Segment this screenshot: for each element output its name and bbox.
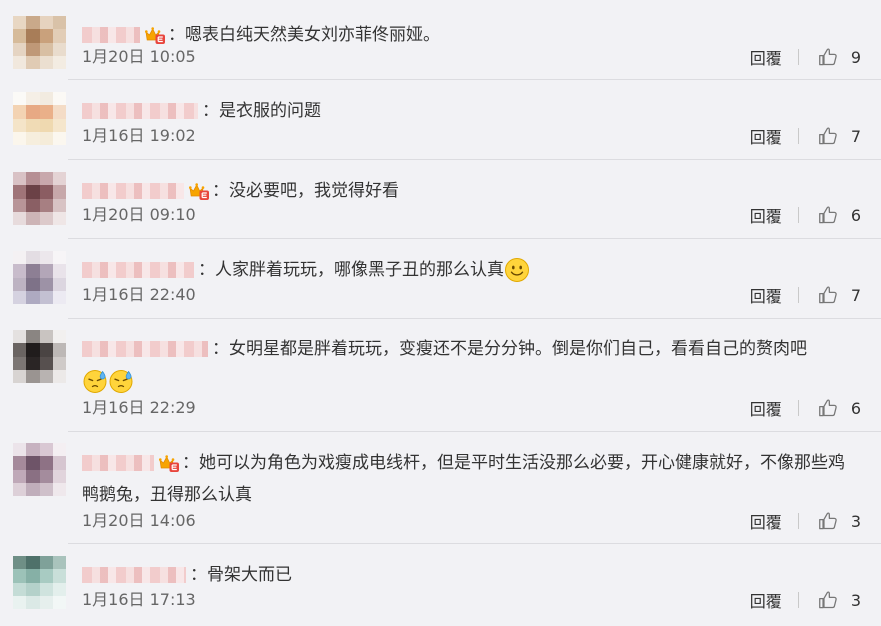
smile-emoji-icon [504,257,530,283]
thumbs-up-icon [817,284,839,306]
like-count: 3 [850,590,861,610]
avatar[interactable] [13,251,66,304]
avatar[interactable] [13,556,66,609]
comment-text: ：人家胖着玩玩，哪像黑子丑的那么认真 [198,260,504,280]
like-count: 6 [850,205,861,225]
like-count: 7 [850,285,861,305]
reply-button[interactable]: 回覆 [750,396,782,420]
sweat-emoji-icon [82,368,108,394]
avatar[interactable] [13,16,66,69]
like-count: 7 [850,126,861,146]
comment-text: ：嗯表白纯天然美女刘亦菲佟丽娅。 [168,25,440,45]
divider [68,159,881,160]
comment-time: 1月20日 14:06 [82,511,196,530]
divider [797,513,799,529]
comment-time: 1月20日 10:05 [82,47,196,66]
reply-button[interactable]: 回覆 [750,588,782,612]
comment-text: ：是衣服的问题 [202,101,321,121]
username-link[interactable] [82,103,198,119]
username-link[interactable] [82,183,184,199]
like-count: 3 [850,511,861,531]
like-button[interactable]: 6 [817,204,861,226]
like-count: 6 [850,398,861,418]
thumbs-up-icon [817,397,839,419]
comment-time: 1月16日 22:29 [82,398,196,417]
reply-button[interactable]: 回覆 [750,45,782,69]
avatar[interactable] [13,92,66,145]
divider [797,128,799,144]
vip-crown-icon [158,452,180,474]
comment-time: 1月16日 19:02 [82,126,196,145]
comment-list: ：嗯表白纯天然美女刘亦菲佟丽娅。 1月20日 10:05 回覆 9 ：是衣服的问… [0,0,881,626]
thumbs-up-icon [817,510,839,532]
username-link[interactable] [82,567,186,583]
reply-button[interactable]: 回覆 [750,283,782,307]
divider [797,207,799,223]
comment-time: 1月16日 22:40 [82,285,196,304]
comment-time: 1月16日 17:13 [82,590,196,609]
divider [68,79,881,80]
like-count: 9 [850,47,861,67]
username-link[interactable] [82,341,208,357]
thumbs-up-icon [817,204,839,226]
reply-button[interactable]: 回覆 [750,124,782,148]
comment-time: 1月20日 09:10 [82,205,196,224]
reply-button[interactable]: 回覆 [750,203,782,227]
vip-crown-icon [144,24,166,46]
divider [797,592,799,608]
avatar[interactable] [13,330,66,383]
comment-text: ：骨架大而已 [190,565,292,585]
like-button[interactable]: 3 [817,510,861,532]
thumbs-up-icon [817,125,839,147]
divider [68,431,881,432]
username-link[interactable] [82,455,154,471]
like-button[interactable]: 9 [817,46,861,68]
like-button[interactable]: 7 [817,284,861,306]
like-button[interactable]: 7 [817,125,861,147]
like-button[interactable]: 3 [817,589,861,611]
comment-text: ：她可以为角色为戏瘦成电线杆，但是平时生活没那么必要，开心健康就好，不像那些鸡鸭… [82,453,845,505]
divider [68,318,881,319]
divider [797,287,799,303]
like-button[interactable]: 6 [817,397,861,419]
divider [68,238,881,239]
avatar[interactable] [13,443,66,496]
thumbs-up-icon [817,589,839,611]
divider [68,543,881,544]
reply-button[interactable]: 回覆 [750,509,782,533]
vip-crown-icon [188,180,210,202]
avatar[interactable] [13,172,66,225]
comment-text: ：女明星都是胖着玩玩，变瘦还不是分分钟。倒是你们自己，看看自己的赘肉吧 [212,339,807,359]
divider [797,49,799,65]
divider [797,400,799,416]
comment-text: ：没必要吧，我觉得好看 [212,181,399,201]
thumbs-up-icon [817,46,839,68]
sweat-emoji-icon [108,368,134,394]
username-link[interactable] [82,262,194,278]
username-link[interactable] [82,27,140,43]
